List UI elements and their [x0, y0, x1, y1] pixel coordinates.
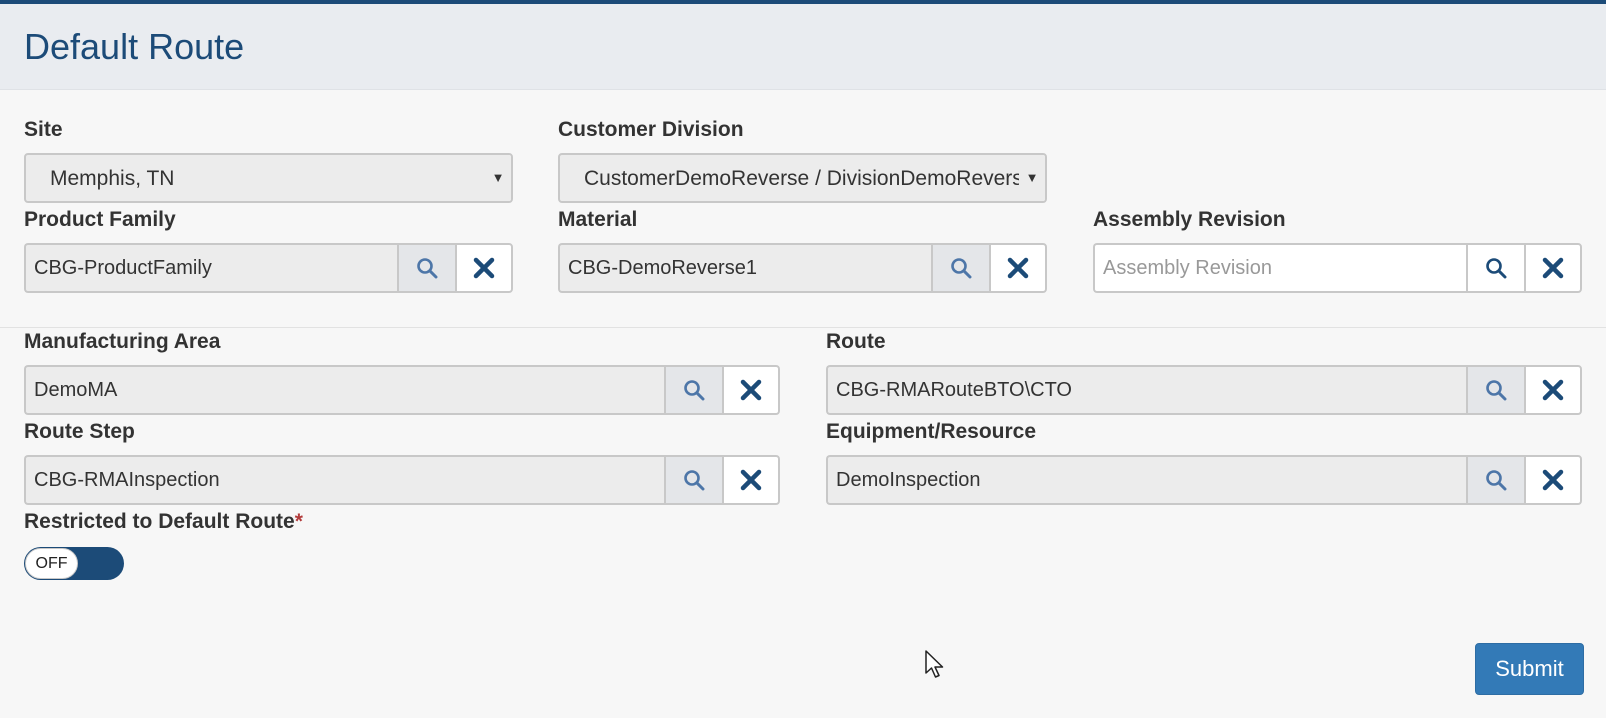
material-label: Material [558, 208, 638, 231]
route-clear-button[interactable] [1524, 365, 1582, 415]
search-icon [951, 258, 972, 279]
route-field: CBG-RMARouteBTO\CTO [826, 365, 1582, 415]
section-divider [0, 327, 1606, 328]
restricted-label-text: Restricted to Default Route [24, 510, 295, 533]
site-select-value: Memphis, TN [50, 167, 175, 190]
close-icon [740, 469, 762, 491]
page-title: Default Route [24, 26, 245, 67]
route-search-button[interactable] [1466, 365, 1524, 415]
manufacturing-area-label: Manufacturing Area [24, 330, 221, 353]
close-icon [1007, 257, 1029, 279]
equipment-input[interactable]: DemoInspection [826, 455, 1466, 505]
close-icon [740, 379, 762, 401]
product-family-clear-button[interactable] [455, 243, 513, 293]
route-step-label: Route Step [24, 420, 135, 443]
route-input[interactable]: CBG-RMARouteBTO\CTO [826, 365, 1466, 415]
route-label: Route [826, 330, 886, 353]
product-family-search-button[interactable] [397, 243, 455, 293]
close-icon [1542, 257, 1564, 279]
close-icon [1542, 379, 1564, 401]
search-icon [1486, 470, 1507, 491]
product-family-label: Product Family [24, 208, 176, 231]
equipment-search-button[interactable] [1466, 455, 1524, 505]
route-step-field: CBG-RMAInspection [24, 455, 780, 505]
restricted-toggle[interactable]: OFF [24, 547, 124, 580]
caret-down-icon: ▼ [1019, 155, 1045, 201]
equipment-label: Equipment/Resource [826, 420, 1037, 443]
route-step-input[interactable]: CBG-RMAInspection [24, 455, 664, 505]
equipment-field: DemoInspection [826, 455, 1582, 505]
assembly-revision-clear-button[interactable] [1524, 243, 1582, 293]
customer-division-select-value: CustomerDemoReverse / DivisionDemoRevers… [584, 167, 1035, 190]
material-field: CBG-DemoReverse1 [558, 243, 1047, 293]
required-marker: * [294, 510, 303, 533]
search-icon [684, 380, 705, 401]
close-icon [1542, 469, 1564, 491]
search-icon [1486, 258, 1507, 279]
restricted-label: Restricted to Default Route* [24, 510, 303, 534]
mouse-cursor-icon [925, 650, 944, 678]
equipment-clear-button[interactable] [1524, 455, 1582, 505]
customer-division-label: Customer Division [558, 118, 744, 141]
product-family-field: CBG-ProductFamily [24, 243, 513, 293]
assembly-revision-input[interactable]: Assembly Revision [1093, 243, 1466, 293]
restricted-toggle-state: OFF [25, 548, 78, 579]
page-header: Default Route [0, 4, 1606, 90]
manufacturing-area-clear-button[interactable] [722, 365, 780, 415]
site-label: Site [24, 118, 63, 141]
assembly-revision-field: Assembly Revision [1093, 243, 1582, 293]
customer-division-select[interactable]: CustomerDemoReverse / DivisionDemoRevers… [558, 153, 1047, 203]
manufacturing-area-field: DemoMA [24, 365, 780, 415]
assembly-revision-label: Assembly Revision [1093, 208, 1286, 231]
material-search-button[interactable] [931, 243, 989, 293]
material-clear-button[interactable] [989, 243, 1047, 293]
search-icon [684, 470, 705, 491]
manufacturing-area-input[interactable]: DemoMA [24, 365, 664, 415]
site-select[interactable]: Memphis, TN ▼ [24, 153, 513, 203]
assembly-revision-search-button[interactable] [1466, 243, 1524, 293]
search-icon [417, 258, 438, 279]
caret-down-icon: ▼ [485, 155, 511, 201]
material-input[interactable]: CBG-DemoReverse1 [558, 243, 931, 293]
route-step-clear-button[interactable] [722, 455, 780, 505]
submit-button[interactable]: Submit [1475, 643, 1584, 695]
route-step-search-button[interactable] [664, 455, 722, 505]
manufacturing-area-search-button[interactable] [664, 365, 722, 415]
search-icon [1486, 380, 1507, 401]
product-family-input[interactable]: CBG-ProductFamily [24, 243, 397, 293]
close-icon [473, 257, 495, 279]
